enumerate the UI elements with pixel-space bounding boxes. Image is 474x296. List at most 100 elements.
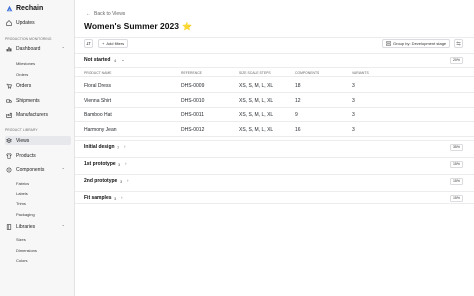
sidebar: Rechain Updates PRODUCTION MONITORING Da… [0,0,75,296]
cell-components: 12 [295,97,301,104]
view-settings-button[interactable] [454,39,463,48]
table-header: PRODUCT NAME REFERENCE SIZE SCALE STEPS … [75,67,474,77]
group-count: 3 [120,178,123,184]
logo-icon [6,5,13,12]
cell-variants: 3 [352,82,355,89]
divider [75,37,474,38]
sidebar-item-dashboard[interactable]: Dashboard ⌃ [5,44,71,53]
section-label-library: PRODUCT LIBRARY [5,128,38,132]
cell-size-scale: XS, S, M, L, XL [239,97,274,104]
layers-icon [6,137,12,144]
sidebar-subitem-trims[interactable]: Trims [16,201,26,206]
sidebar-item-label: Components [16,166,45,173]
app-name: Rechain [16,5,44,12]
page-title-text: Women's Summer 2023 [84,21,179,31]
sidebar-item-label: Manufacturers [16,111,48,118]
cell-variants: 3 [352,111,355,118]
sidebar-subitem-sizes[interactable]: Sizes [16,237,26,242]
column-header-components[interactable]: COMPONENTS [295,71,319,75]
chevron-down-icon[interactable]: ⌄ [121,57,125,63]
sidebar-item-libraries[interactable]: Libraries ⌃ [5,222,71,231]
sidebar-item-label: Dashboard [16,45,41,52]
cell-variants: 3 [352,97,355,104]
cell-product-name: Harmony Jean [84,126,117,133]
logo[interactable]: Rechain [6,5,43,12]
chevron-right-icon[interactable]: › [127,178,129,183]
cell-size-scale: XS, S, M, L, XL [239,82,274,89]
sidebar-item-components[interactable]: Components ⌃ [5,165,71,174]
book-icon [6,223,12,230]
table-row[interactable]: Vienna Shirt DHS-0010 XS, S, M, L, XL 12… [75,93,474,108]
sidebar-item-label: Updates [16,19,35,26]
sort-icon [86,41,91,46]
sidebar-item-label: Orders [16,82,32,89]
home-icon [6,19,12,26]
sidebar-subitem-fabrics[interactable]: Fabrics [16,181,29,186]
sliders-icon [456,41,461,46]
sidebar-item-manufacturers[interactable]: Manufacturers [5,110,71,119]
sidebar-subitem-orders[interactable]: Orders [16,72,28,77]
column-header-variants[interactable]: VARIANTS [352,71,369,75]
cart-icon [6,83,12,89]
section-label-production: PRODUCTION MONITORING [5,37,52,41]
cell-size-scale: XS, S, M, L, XL [239,126,274,133]
cell-variants: 3 [352,126,355,133]
sidebar-subitem-packaging[interactable]: Packaging [16,212,35,217]
sidebar-item-orders[interactable]: Orders [5,81,71,90]
chevron-right-icon[interactable]: › [121,195,123,200]
add-filters-button[interactable]: + Add filters [98,39,129,48]
sidebar-subitem-milestones[interactable]: Milestones [16,61,35,66]
sidebar-item-label: Shipments [16,97,40,104]
chevron-right-icon[interactable]: › [125,161,127,166]
group-by-label: Group by: Development stage [393,41,447,46]
group-name: Initial design [84,144,115,150]
group-header-1st-prototype[interactable]: 1st prototype 3 › 15% [75,157,474,170]
group-header-initial-design[interactable]: Initial design 7 › 35% [75,140,474,153]
chevron-right-icon[interactable]: › [124,144,126,149]
chevron-up-icon[interactable]: ⌃ [62,46,65,51]
group-name: Fit samples [84,195,112,201]
table-row[interactable]: Floral Dress DHS-0009 XS, S, M, L, XL 18… [75,78,474,93]
sidebar-item-products[interactable]: Products [5,151,71,160]
sidebar-item-shipments[interactable]: Shipments [5,96,71,105]
sidebar-subitem-colors[interactable]: Colors [16,258,28,263]
back-link[interactable]: ← Back to Views [86,11,125,17]
cell-product-name: Vienna Shirt [84,97,112,104]
factory-icon [6,112,12,118]
sidebar-subitem-labels[interactable]: Labels [16,191,28,196]
table-row[interactable]: Bamboo Hat DHS-0011 XS, S, M, L, XL 9 3 [75,107,474,122]
column-header-size-scale[interactable]: SIZE SCALE STEPS [239,71,271,75]
cell-reference: DHS-0010 [181,97,205,104]
group-percent-badge: 15% [450,194,463,202]
sidebar-item-views[interactable]: Views [5,136,71,145]
cell-components: 16 [295,126,301,133]
chevron-up-icon[interactable]: ⌃ [62,167,65,172]
group-by-button[interactable]: Group by: Development stage [382,39,451,48]
column-header-reference[interactable]: REFERENCE [181,71,202,75]
column-header-product-name[interactable]: PRODUCT NAME [84,71,111,75]
group-percent-badge: 15% [450,160,463,168]
group-percent-badge: 20% [450,56,463,64]
sort-button[interactable] [84,39,93,48]
plus-icon: + [102,41,105,46]
cell-product-name: Floral Dress [84,82,111,89]
star-icon: ⭐ [181,21,192,31]
sidebar-subitem-dimensions[interactable]: Dimensions [16,248,37,253]
sidebar-item-label: Views [16,137,30,144]
chevron-up-icon[interactable]: ⌃ [62,224,65,229]
group-count: 3 [118,161,121,167]
back-label: Back to Views [94,11,126,17]
group-name: Not started [84,57,111,63]
group-header-2nd-prototype[interactable]: 2nd prototype 3 › 15% [75,174,474,187]
chart-icon [6,46,12,52]
cell-components: 18 [295,82,301,89]
arrow-left-icon: ← [86,11,91,17]
components-icon [6,167,12,173]
cell-reference: DHS-0012 [181,126,205,133]
truck-icon [6,98,12,104]
table-row[interactable]: Harmony Jean DHS-0012 XS, S, M, L, XL 16… [75,122,474,137]
group-header-fit-samples[interactable]: Fit samples 3 › 15% [75,191,474,204]
sidebar-item-updates[interactable]: Updates [5,18,71,27]
group-header-not-started[interactable]: Not started 4 ⌄ 20% [75,53,474,66]
sidebar-item-label: Products [16,152,36,159]
